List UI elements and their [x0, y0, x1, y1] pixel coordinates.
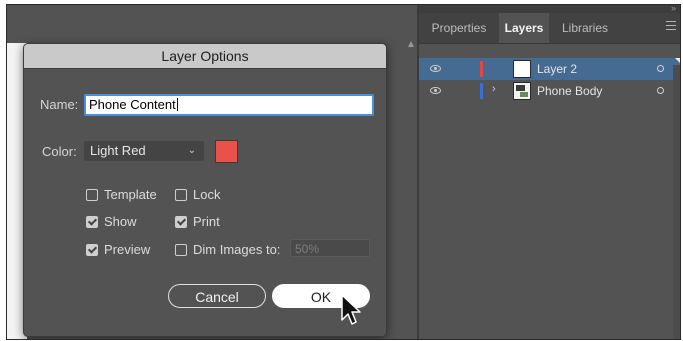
layer-row[interactable]: › Phone Body [419, 80, 680, 102]
panel-header-strip: » [419, 5, 680, 13]
preview-label: Preview [104, 242, 151, 257]
dim-images-input[interactable]: 50% [290, 239, 370, 257]
text-caret [176, 98, 178, 111]
dim-images-checkbox[interactable]: Dim Images to: [175, 242, 280, 257]
template-checkbox-box[interactable] [86, 188, 98, 201]
layer-color-bar [480, 61, 483, 77]
dim-images-label: Dim Images to: [193, 242, 281, 257]
tab-libraries[interactable]: Libraries [553, 13, 617, 43]
lock-checkbox-box[interactable] [175, 188, 187, 201]
chevron-down-icon: ⌄ [187, 145, 196, 156]
layer-color-bar [480, 83, 483, 99]
template-label: Template [104, 187, 157, 202]
panel-scrollbar[interactable] [673, 65, 680, 339]
color-select[interactable]: Light Red ⌄ [84, 141, 204, 161]
lock-checkbox[interactable]: Lock [175, 187, 220, 202]
color-label: Color: [42, 144, 77, 159]
print-checkbox-box[interactable] [175, 215, 187, 228]
layer-name[interactable]: Layer 2 [537, 58, 577, 80]
layer-name[interactable]: Phone Body [537, 80, 602, 102]
app-window: ▲ Layer Options Name: Phone Content Colo… [6, 4, 681, 340]
show-checkbox[interactable]: Show [86, 214, 137, 229]
tab-layers[interactable]: Layers [499, 13, 549, 43]
show-label: Show [104, 214, 137, 229]
lock-label: Lock [193, 187, 221, 202]
color-select-value: Light Red [90, 143, 146, 158]
cancel-button[interactable]: Cancel [168, 284, 266, 308]
template-checkbox[interactable]: Template [86, 187, 157, 202]
preview-checkbox[interactable]: Preview [86, 242, 150, 257]
preview-checkbox-box[interactable] [86, 243, 98, 256]
collapse-panel-icon[interactable]: » [671, 5, 676, 13]
layer-thumbnail [513, 60, 531, 78]
scroll-up-icon[interactable]: ▲ [404, 39, 418, 53]
layer-row[interactable]: Layer 2 [419, 58, 680, 80]
layer-options-dialog: Layer Options Name: Phone Content Color:… [23, 43, 387, 337]
layer-name-input[interactable]: Phone Content [84, 94, 374, 116]
dialog-title: Layer Options [24, 44, 386, 69]
color-swatch[interactable] [215, 140, 238, 163]
visibility-eye-icon[interactable] [430, 87, 441, 94]
layer-name-value: Phone Content [89, 97, 176, 112]
layer-thumbnail [513, 82, 531, 100]
tab-properties[interactable]: Properties [423, 13, 495, 43]
layers-panel: » Properties Layers Libraries Layer 2 › … [419, 5, 680, 339]
pointer-cursor-icon [341, 294, 361, 325]
expand-chevron-icon[interactable]: › [492, 83, 496, 95]
panel-menu-icon[interactable] [666, 21, 676, 33]
selection-corner-icon [675, 58, 680, 63]
name-label: Name: [40, 97, 79, 112]
target-circle-icon[interactable] [657, 65, 664, 72]
print-checkbox[interactable]: Print [175, 214, 220, 229]
show-checkbox-box[interactable] [86, 215, 98, 228]
target-circle-icon[interactable] [657, 87, 664, 94]
panel-tabs: Properties Layers Libraries [419, 13, 680, 44]
print-label: Print [193, 214, 220, 229]
dim-images-checkbox-box[interactable] [175, 243, 187, 256]
visibility-eye-icon[interactable] [430, 65, 441, 72]
